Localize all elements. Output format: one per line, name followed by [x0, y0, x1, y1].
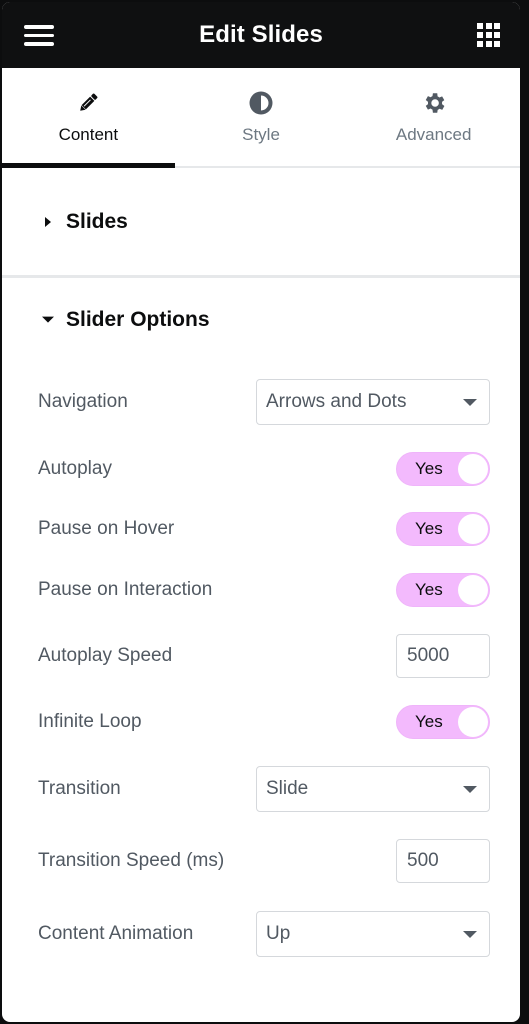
tab-content[interactable]: Content	[2, 68, 175, 168]
pencil-icon	[75, 90, 101, 116]
tab-advanced[interactable]: Advanced	[347, 68, 520, 166]
control-label: Pause on Interaction	[38, 579, 213, 600]
control-label: Autoplay	[38, 458, 112, 479]
dropdown-arrow-icon	[463, 785, 477, 793]
edit-panel: Edit Slides Content Style Advanced Slide…	[2, 2, 520, 1022]
control-label: Pause on Hover	[38, 518, 175, 539]
transition-speed-input[interactable]: 500	[396, 839, 490, 883]
select-value: Slide	[266, 778, 309, 799]
tab-label: Advanced	[395, 125, 472, 144]
pause-on-hover-toggle[interactable]: Yes	[396, 512, 490, 546]
content-animation-select[interactable]: Up	[256, 911, 490, 957]
control-label: Transition	[38, 778, 121, 799]
pause-on-interaction-control: Pause on Interaction Yes	[2, 562, 520, 618]
pause-on-interaction-toggle[interactable]: Yes	[396, 573, 490, 607]
toggle-knob	[458, 575, 488, 605]
section-slides-toggle[interactable]: Slides	[2, 168, 520, 278]
window-edge	[520, 0, 529, 1024]
transition-select[interactable]: Slide	[256, 766, 490, 812]
half-circle-icon	[248, 90, 274, 116]
section-title: Slider Options	[66, 308, 210, 331]
toggle-label: Yes	[415, 712, 443, 731]
infinite-loop-toggle[interactable]: Yes	[396, 705, 490, 739]
panel-header: Edit Slides	[2, 2, 520, 68]
control-label: Navigation	[38, 391, 128, 412]
infinite-loop-control: Infinite Loop Yes	[2, 694, 520, 750]
toggle-knob	[458, 707, 488, 737]
autoplay-toggle[interactable]: Yes	[396, 452, 490, 486]
toggle-label: Yes	[415, 459, 443, 478]
transition-speed-control: Transition Speed (ms) 500	[2, 828, 520, 894]
content-animation-control: Content Animation Up	[2, 894, 520, 974]
pause-on-hover-control: Pause on Hover Yes	[2, 496, 520, 562]
hamburger-icon[interactable]	[24, 25, 54, 46]
autoplay-speed-input[interactable]: 5000	[396, 634, 490, 678]
autoplay-speed-control: Autoplay Speed 5000	[2, 618, 520, 694]
gear-icon	[421, 90, 447, 116]
tab-style[interactable]: Style	[175, 68, 348, 166]
caret-down-icon	[42, 314, 54, 326]
section-slider-options-toggle[interactable]: Slider Options	[2, 278, 520, 362]
tab-label: Content	[58, 125, 119, 144]
panel-tabs: Content Style Advanced	[2, 68, 520, 168]
control-label: Content Animation	[38, 923, 194, 944]
tab-label: Style	[242, 125, 280, 144]
control-label: Infinite Loop	[38, 711, 142, 732]
dropdown-arrow-icon	[463, 398, 477, 406]
control-label: Transition Speed (ms)	[38, 850, 225, 871]
slider-options-controls: Navigation Arrows and Dots Autoplay Yes …	[2, 362, 520, 974]
grid-icon[interactable]	[477, 23, 501, 47]
toggle-knob	[458, 454, 488, 484]
autoplay-control: Autoplay Yes	[2, 442, 520, 496]
section-title: Slides	[66, 209, 128, 233]
caret-right-icon	[42, 216, 54, 228]
toggle-knob	[458, 514, 488, 544]
control-label: Autoplay Speed	[38, 645, 173, 666]
dropdown-arrow-icon	[463, 930, 477, 938]
navigation-select[interactable]: Arrows and Dots	[256, 379, 490, 425]
transition-control: Transition Slide	[2, 750, 520, 828]
toggle-label: Yes	[415, 519, 443, 538]
toggle-label: Yes	[415, 580, 443, 599]
panel-title: Edit Slides	[199, 21, 323, 48]
select-value: Up	[266, 923, 291, 944]
navigation-control: Navigation Arrows and Dots	[2, 362, 520, 442]
select-value: Arrows and Dots	[266, 391, 407, 412]
